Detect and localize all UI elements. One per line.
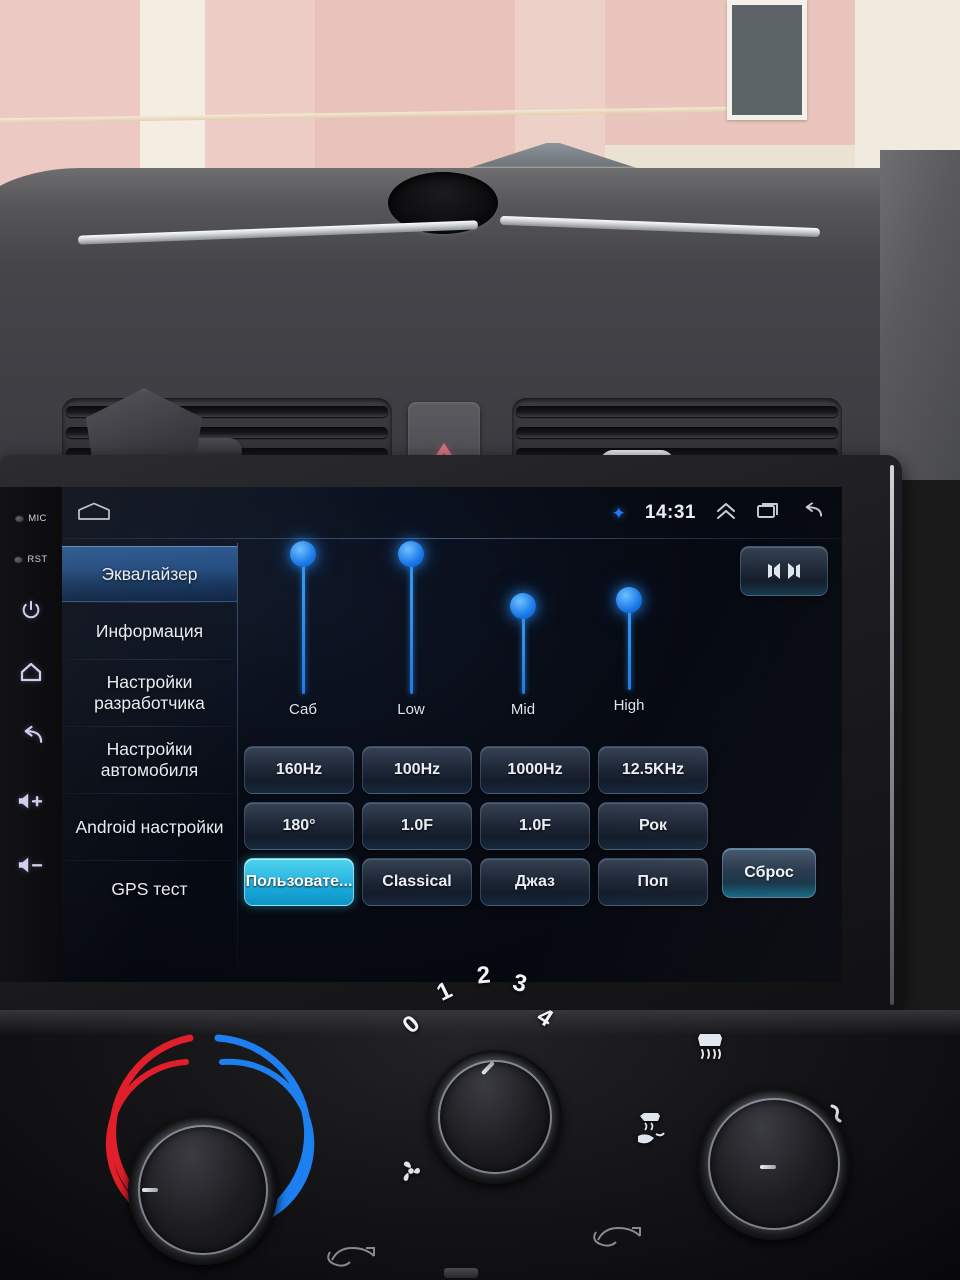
sidebar-item-android-settings[interactable]: Android настройки xyxy=(62,794,237,860)
fan-step-2: 2 xyxy=(475,961,492,990)
volume-down-button[interactable] xyxy=(17,855,45,875)
dash-side-trim xyxy=(880,150,960,480)
bezel-chrome-edge xyxy=(890,465,894,1005)
microphone-hole-icon xyxy=(15,515,25,522)
volume-up-button[interactable] xyxy=(17,791,45,811)
eq-slider-mid[interactable]: Mid xyxy=(478,593,568,718)
eq-slider-label: High xyxy=(613,697,645,714)
recirculation-icon xyxy=(327,1246,375,1267)
status-icons: ✦ 14:31 xyxy=(612,501,830,525)
fan-icon xyxy=(403,1161,420,1181)
home-hardware-button[interactable] xyxy=(19,661,43,683)
sidebar-item-car-settings[interactable]: Настройки автомобиля xyxy=(62,727,237,793)
reset-pinhole[interactable]: RST xyxy=(14,554,47,565)
settings-sidebar: Эквалайзер Информация Настройки разработ… xyxy=(62,540,237,982)
temperature-knob[interactable] xyxy=(128,1115,278,1265)
sidebar-item-label: Android настройки xyxy=(75,816,224,837)
bluetooth-icon: ✦ xyxy=(611,503,626,523)
slider-track[interactable] xyxy=(398,541,424,694)
speaker-balance-button[interactable] xyxy=(740,546,828,596)
mic-label: MIC xyxy=(28,513,47,524)
eq-button-q-low[interactable]: 1.0F xyxy=(362,802,472,850)
mic-indicator: MIC xyxy=(15,513,47,524)
slider-track[interactable] xyxy=(290,541,316,694)
eq-button-phase-180[interactable]: 180° xyxy=(244,802,354,850)
sidebar-item-label: Информация xyxy=(95,620,204,641)
screen-home-button[interactable] xyxy=(76,501,112,526)
volume-up-icon xyxy=(18,793,43,809)
sidebar-item-label: Настройки разработчика xyxy=(94,672,205,713)
sidebar-item-information[interactable]: Информация xyxy=(62,603,237,659)
eq-button-freq-160hz[interactable]: 160Hz xyxy=(244,746,354,794)
air-distribution-knob[interactable] xyxy=(698,1088,850,1240)
eq-slider-high[interactable]: High xyxy=(584,587,674,714)
rst-label: RST xyxy=(27,554,48,565)
chevron-double-up-icon xyxy=(717,502,735,519)
slider-thumb[interactable] xyxy=(510,593,536,619)
eq-slider-low[interactable]: Low xyxy=(366,541,456,718)
building-window xyxy=(727,0,807,120)
eq-button-preset-pop[interactable]: Поп xyxy=(598,858,708,906)
sidebar-item-label: GPS тест xyxy=(111,878,188,899)
recent-apps-icon xyxy=(757,503,778,518)
sidebar-item-gps-test[interactable]: GPS тест xyxy=(62,861,237,917)
volume-down-icon xyxy=(18,857,43,873)
eq-button-preset-rock[interactable]: Рок xyxy=(598,802,708,850)
eq-button-preset-classical[interactable]: Classical xyxy=(362,858,472,906)
eq-button-preset-custom[interactable]: Пользовате... xyxy=(244,858,354,906)
sidebar-item-equalizer[interactable]: Эквалайзер xyxy=(62,546,237,602)
face-and-feet-icon xyxy=(638,1113,665,1144)
sidebar-item-label: Настройки автомобиля xyxy=(100,739,199,780)
slider-thumb[interactable] xyxy=(290,541,316,567)
status-bar: ✦ 14:31 xyxy=(62,487,842,539)
power-icon xyxy=(22,600,40,619)
back-icon xyxy=(24,725,42,743)
screen-back-button[interactable] xyxy=(799,501,824,525)
hardware-button-column: MIC RST xyxy=(0,487,62,982)
status-time: 14:31 xyxy=(644,502,696,523)
eq-button-freq-100hz[interactable]: 100Hz xyxy=(362,746,472,794)
back-hardware-button[interactable] xyxy=(19,725,44,747)
head-unit-screen[interactable]: ✦ 14:31 Эквалайзер Информация Настройки … xyxy=(62,487,842,982)
slider-track[interactable] xyxy=(510,593,536,694)
eq-button-q-mid[interactable]: 1.0F xyxy=(480,802,590,850)
eq-preset-grid: 160Hz 100Hz 1000Hz 12.5KHz 180° 1.0F 1.0… xyxy=(244,746,714,906)
defrost-windshield-icon xyxy=(698,1034,722,1059)
expand-statusbar-button[interactable] xyxy=(715,502,737,525)
eq-button-freq-1000hz[interactable]: 1000Hz xyxy=(480,746,590,794)
dashboard-top: ✕ ◯ ◯ ✕ xyxy=(0,150,960,480)
slider-thumb[interactable] xyxy=(616,587,642,613)
eq-button-freq-12-5khz[interactable]: 12.5KHz xyxy=(598,746,708,794)
climate-control-panel: 0 1 2 3 4 xyxy=(0,961,960,1280)
fan-speed-knob[interactable] xyxy=(428,1050,562,1184)
sidebar-item-label: Эквалайзер xyxy=(101,563,198,584)
rear-defrost-icon xyxy=(593,1226,641,1247)
screenshot-root: ✕ ◯ ◯ ✕ MIC RST xyxy=(0,0,960,1280)
slider-track[interactable] xyxy=(616,587,642,690)
home-outline-icon xyxy=(78,502,110,520)
eq-button-preset-jazz[interactable]: Джаз xyxy=(480,858,590,906)
reset-hole-icon xyxy=(14,556,24,563)
status-bar-divider xyxy=(62,538,842,539)
console-trim-tab xyxy=(444,1268,478,1278)
home-icon xyxy=(20,662,42,682)
equalizer-panel: Саб Low Mid High 160Hz 100Hz 1000Hz 12.5… xyxy=(238,540,842,982)
sidebar-item-developer-settings[interactable]: Настройки разработчика xyxy=(62,660,237,726)
recent-apps-button[interactable] xyxy=(756,501,780,525)
eq-slider-sub[interactable]: Саб xyxy=(258,541,348,718)
back-arrow-icon xyxy=(805,501,823,517)
speaker-balance-icon xyxy=(768,563,800,579)
eq-slider-label: Mid xyxy=(510,701,536,718)
power-button[interactable] xyxy=(20,599,42,621)
slider-thumb[interactable] xyxy=(398,541,424,567)
eq-slider-label: Саб xyxy=(289,701,317,718)
eq-reset-button[interactable]: Сброс xyxy=(722,848,816,898)
eq-slider-label: Low xyxy=(397,701,425,718)
